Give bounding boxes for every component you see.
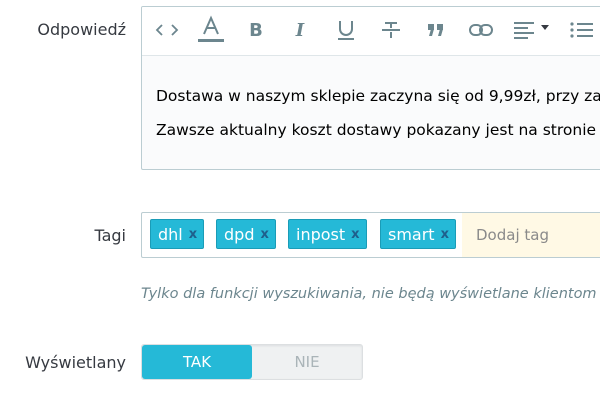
visible-label: Wyświetlany [25,353,126,372]
tag-label: dhl [158,224,183,244]
content-line: Zawsze aktualny koszt dostawy pokazany j… [156,120,597,139]
italic-icon: I [295,19,305,41]
align-button[interactable] [510,15,554,45]
toggle-no-option[interactable]: NIE [252,345,362,379]
add-tag-input[interactable] [462,213,600,257]
tag-dpd: dpd x [216,219,276,249]
tag-label: dpd [224,224,255,244]
italic-button[interactable]: I [285,15,315,45]
toggle-yes-option[interactable]: TAK [142,345,252,379]
code-icon [155,24,179,36]
text-color-button[interactable] [196,15,226,45]
link-button[interactable] [466,15,496,45]
visible-toggle[interactable]: TAK NIE [141,344,363,380]
chevron-down-icon [541,25,549,30]
strikethrough-button[interactable] [376,15,406,45]
remove-tag-icon[interactable]: x [441,227,449,242]
list-button[interactable] [566,15,596,45]
tags-field[interactable]: dhl x dpd x inpost x smart x [141,212,600,258]
quote-icon [428,24,443,36]
text-color-icon [198,15,224,42]
tag-label: smart [388,224,435,244]
underline-button[interactable] [331,15,361,45]
tags-hint: Tylko dla funkcji wyszukiwania, nie będą… [141,286,597,302]
tag-dhl: dhl x [150,219,205,249]
tag-label: inpost [296,224,346,244]
list-icon [570,22,593,38]
editor-content[interactable]: Dostawa w naszym sklepie zaczyna się od … [156,87,600,156]
tag-inpost: inpost x [288,219,367,249]
editor-toolbar: B I [142,7,600,56]
remove-tag-icon[interactable]: x [189,227,197,242]
tags-label: Tagi [94,226,126,245]
quote-button[interactable] [421,15,451,45]
answer-editor[interactable]: B I Dostawa w naszym sklepie zaczyna się… [141,6,600,170]
strikethrough-icon [382,22,400,38]
bold-icon: B [249,19,263,41]
align-left-icon [514,22,549,39]
content-line: Dostawa w naszym sklepie zaczyna się od … [156,87,600,105]
tag-smart: smart x [380,219,456,249]
remove-tag-icon[interactable]: x [351,227,359,242]
remove-tag-icon[interactable]: x [260,227,268,242]
answer-label: Odpowiedź [37,20,126,39]
bold-button[interactable]: B [241,15,271,45]
code-view-button[interactable] [152,15,182,45]
link-icon [469,24,493,36]
underline-icon [338,21,354,40]
